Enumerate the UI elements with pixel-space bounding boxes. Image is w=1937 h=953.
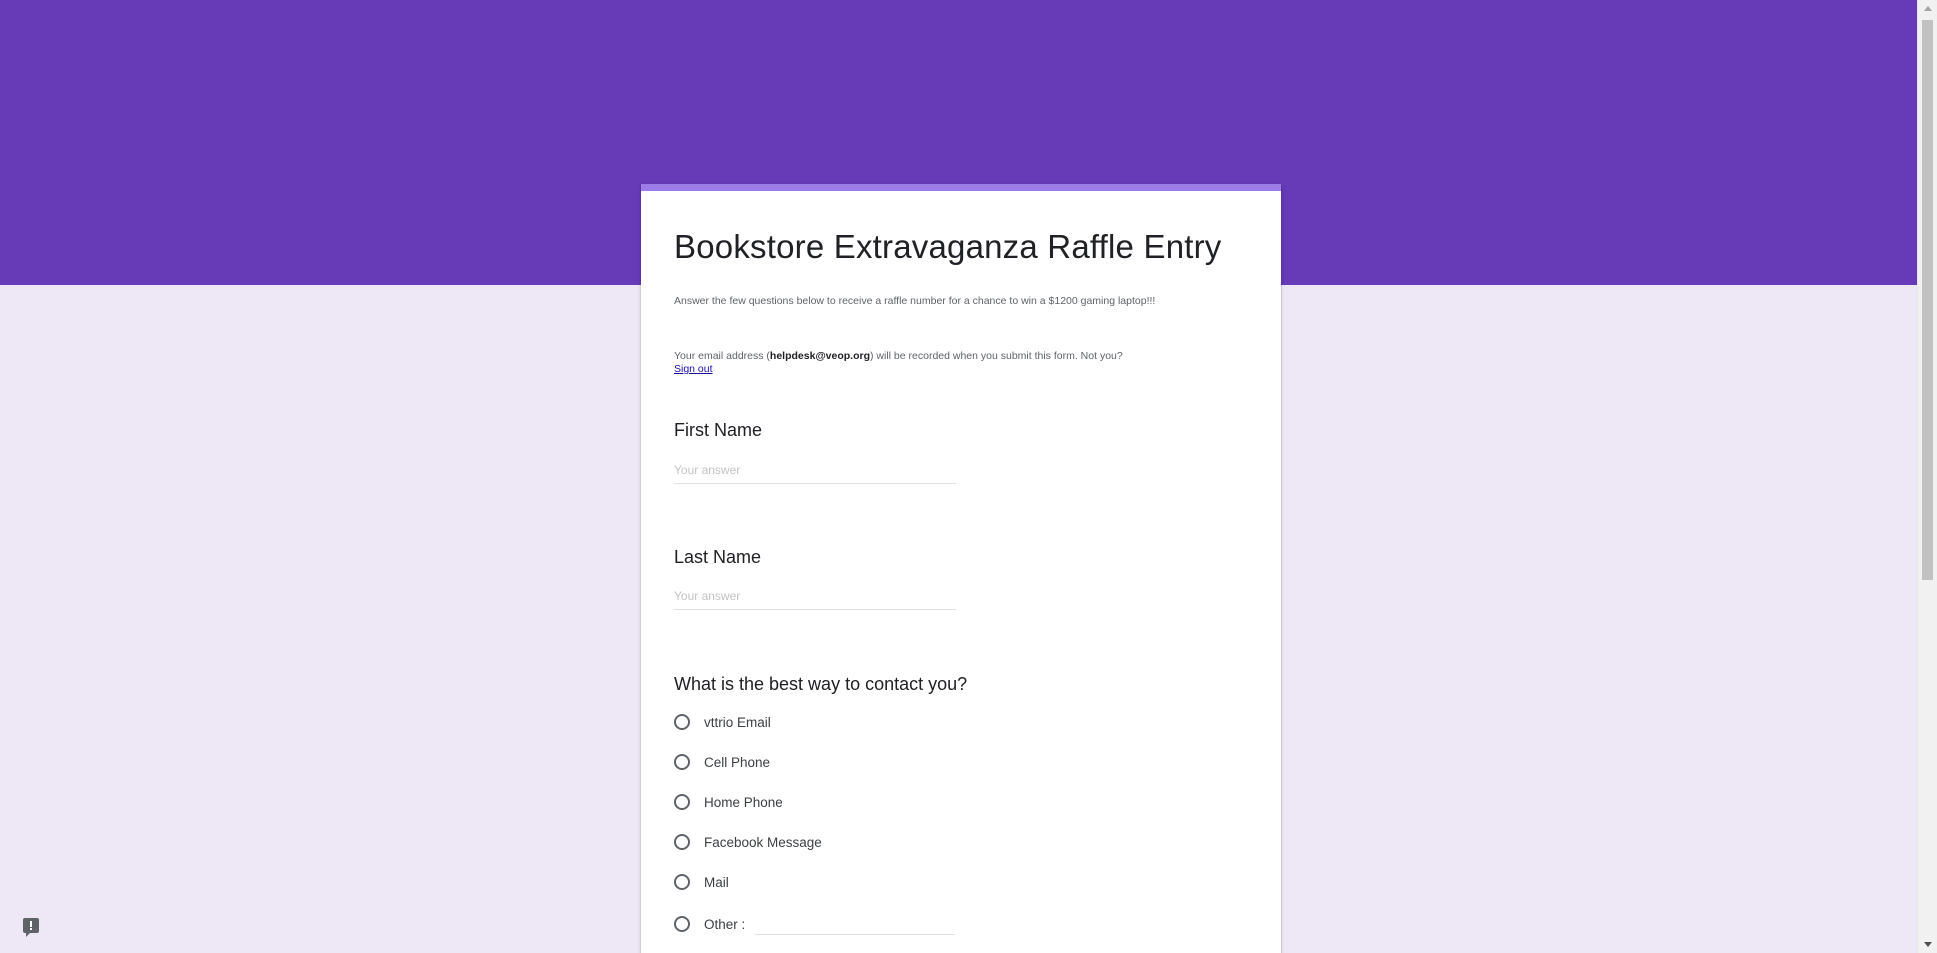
email-note-suffix: ) will be recorded when you submit this … — [870, 350, 1123, 362]
radio-option-label: vttrio Email — [704, 714, 771, 730]
radio-option-other[interactable]: Other : — [674, 912, 956, 936]
sign-out-link[interactable]: Sign out — [674, 363, 713, 375]
card-top-accent — [641, 184, 1281, 191]
other-option-input[interactable] — [755, 913, 956, 935]
radio-option-cell-phone[interactable]: Cell Phone — [674, 750, 770, 774]
feedback-icon-dot — [30, 928, 32, 930]
contact-method-label: What is the best way to contact you? — [674, 674, 968, 694]
form-title: Bookstore Extravaganza Raffle Entry — [674, 228, 1222, 265]
form-card: Bookstore Extravaganza Raffle Entry Answ… — [641, 184, 1281, 953]
radio-option-label: Facebook Message — [704, 834, 822, 850]
first-name-input[interactable] — [674, 459, 956, 484]
radio-button[interactable] — [674, 834, 690, 850]
vertical-scrollbar[interactable] — [1917, 0, 1937, 953]
email-address: helpdesk@veop.org — [769, 350, 871, 362]
radio-option-home-phone[interactable]: Home Phone — [674, 790, 783, 814]
email-recorded-note: Your email address (helpdesk@veop.org) w… — [674, 350, 1254, 376]
scroll-up-arrow-icon[interactable] — [1924, 6, 1932, 11]
email-note-prefix: Your email address ( — [674, 350, 770, 362]
radio-button[interactable] — [674, 874, 690, 890]
form-description: Answer the few questions below to receiv… — [674, 295, 1156, 307]
page-viewport: Bookstore Extravaganza Raffle Entry Answ… — [0, 0, 1917, 953]
last-name-label: Last Name — [674, 547, 762, 567]
radio-option-facebook-message[interactable]: Facebook Message — [674, 830, 822, 854]
radio-option-mail[interactable]: Mail — [674, 870, 729, 894]
radio-button[interactable] — [674, 916, 690, 932]
radio-option-label: Cell Phone — [704, 754, 771, 770]
radio-option-email[interactable]: vttrio Email — [674, 710, 771, 734]
radio-button[interactable] — [674, 794, 690, 810]
feedback-icon-mark — [30, 921, 32, 927]
radio-button[interactable] — [674, 714, 690, 730]
feedback-icon[interactable] — [23, 918, 39, 937]
radio-option-label: Other : — [704, 916, 746, 932]
radio-option-label: Home Phone — [704, 794, 783, 810]
scroll-down-arrow-icon[interactable] — [1924, 942, 1932, 947]
first-name-label: First Name — [674, 420, 763, 440]
scrollbar-thumb[interactable] — [1922, 20, 1933, 580]
last-name-input[interactable] — [674, 585, 956, 610]
radio-option-label: Mail — [704, 874, 729, 890]
radio-button[interactable] — [674, 754, 690, 770]
